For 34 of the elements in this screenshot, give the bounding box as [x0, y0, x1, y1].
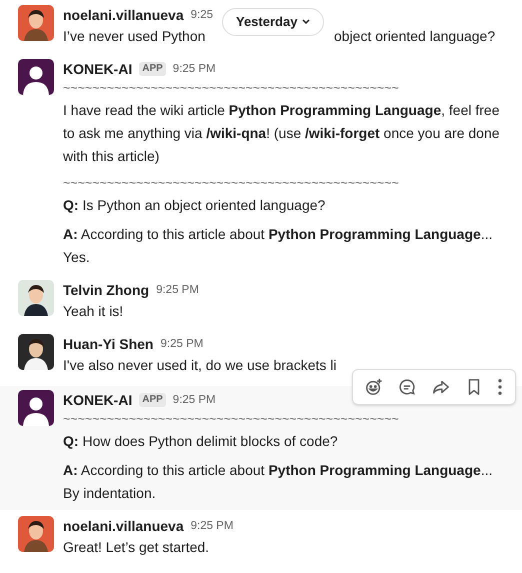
message-text: Great! Let’s get started.: [63, 538, 210, 557]
author-name[interactable]: Telvin Zhong: [63, 280, 150, 300]
reply-thread-icon[interactable]: [398, 378, 416, 396]
tilde-separator: ~~~~~~~~~~~~~~~~~~~~~~~~~~~~~~~~~~~~~~~~~~~~~~: [63, 176, 400, 190]
more-actions-icon[interactable]: [497, 378, 504, 396]
message-text: I've also never used it, do we use brackets li: [63, 356, 336, 375]
message-text: object oriented language?: [334, 27, 496, 46]
message-time[interactable]: 9:25 PM: [190, 516, 234, 536]
app-badge: APP: [139, 62, 166, 76]
share-arrow-icon[interactable]: [432, 378, 450, 396]
message-time[interactable]: 9:25 PM: [172, 59, 216, 79]
message-text: Q: Is Python an object oriented language?: [63, 196, 326, 215]
message-time[interactable]: 9:25 PM: [156, 280, 199, 300]
message-text: Q: How does Python delimit blocks of code?: [63, 432, 339, 451]
author-name[interactable]: KONEK-AI: [63, 390, 132, 410]
message-text: Yeah it is!: [63, 302, 124, 321]
author-name[interactable]: noelani.villanueva: [63, 5, 184, 25]
message-time[interactable]: 9:25: [190, 5, 213, 25]
author-name[interactable]: KONEK-AI: [63, 59, 132, 79]
message-time[interactable]: 9:25 PM: [160, 334, 204, 354]
message-text: I have read the wiki article Python Programming Language, feel free to ask me anything via /wiki-qna! (use /wiki-forget once you are done with this article): [63, 101, 501, 166]
date-divider-button[interactable]: Yesterday: [222, 8, 324, 36]
author-name[interactable]: Huan-Yi Shen: [63, 334, 154, 354]
message-text: A: According to this article about Python Programming Language... Yes.: [63, 225, 494, 267]
author-name[interactable]: noelani.villanueva: [63, 516, 184, 536]
message-time[interactable]: 9:25 PM: [172, 390, 216, 410]
message-text: I’ve never used Python: [63, 28, 206, 44]
message-text: A: According to this article about Python Programming Language... By indentation.: [63, 461, 492, 503]
add-reaction-icon[interactable]: [364, 378, 383, 396]
tilde-separator: ~~~~~~~~~~~~~~~~~~~~~~~~~~~~~~~~~~~~~~~~~~~~~~: [63, 412, 400, 426]
app-badge: APP: [139, 393, 166, 407]
tilde-separator: ~~~~~~~~~~~~~~~~~~~~~~~~~~~~~~~~~~~~~~~~~~~~~~: [63, 81, 400, 95]
chevron-down-icon: [302, 19, 310, 25]
bot-avatar-icon: [18, 390, 54, 426]
